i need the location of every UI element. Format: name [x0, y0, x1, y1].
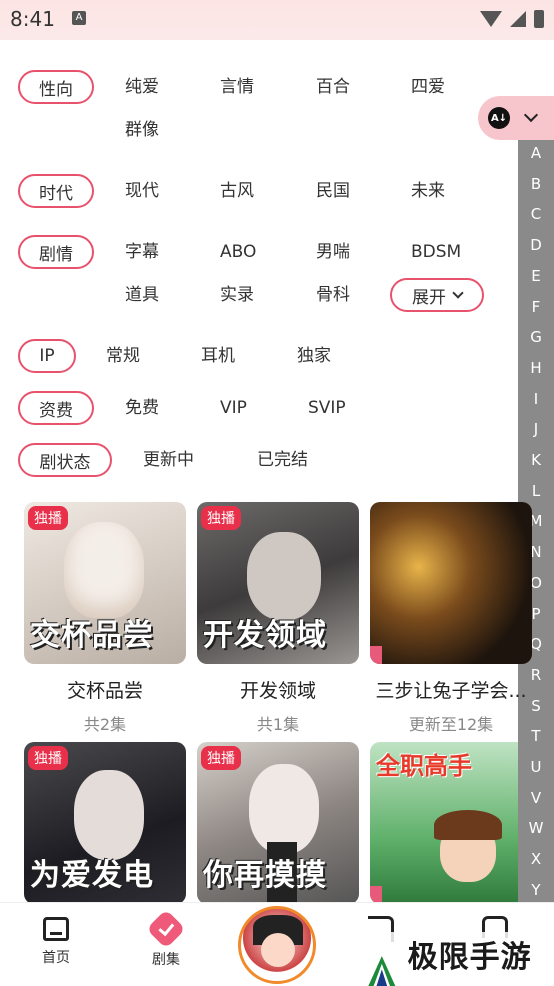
alphabet-letter[interactable]: F — [518, 298, 554, 316]
watermark-logo-icon — [368, 956, 396, 986]
drama-cover: 独播 你再摸摸 — [197, 742, 359, 902]
expand-label: 展开 — [412, 287, 446, 308]
filter-option[interactable]: 群像 — [125, 113, 159, 147]
alphabet-letter[interactable]: A — [518, 144, 554, 162]
drama-cover — [370, 502, 532, 664]
tab-home-label: 首页 — [42, 950, 70, 966]
filter-option[interactable]: BDSM — [411, 235, 461, 269]
drama-card[interactable]: 独播 你再摸摸 — [197, 742, 359, 902]
filter-option[interactable]: 古风 — [220, 174, 254, 208]
filter-option[interactable]: SVIP — [308, 391, 346, 425]
filter-option[interactable]: 百合 — [316, 70, 350, 104]
drama-card[interactable]: 三步让兔子学会... 更新至12集 — [370, 502, 532, 735]
drama-episodes: 共2集 — [83, 715, 127, 734]
filter-status-label[interactable]: 剧状态 — [18, 443, 112, 477]
filter-option[interactable]: 骨科 — [316, 278, 350, 312]
avatar-face — [261, 933, 295, 967]
notification-icon: A — [72, 11, 86, 25]
status-bar: 8:41 A — [0, 0, 554, 40]
alphabet-letter[interactable]: E — [518, 267, 554, 285]
drama-card[interactable]: 独播 开发领域 开发领域 共1集 — [197, 502, 359, 735]
alphabet-letter[interactable]: Y — [518, 881, 554, 899]
alphabet-letter[interactable]: H — [518, 359, 554, 377]
cover-title: 你再摸摸 — [203, 858, 327, 893]
wifi-icon — [480, 11, 502, 27]
alphabet-letter[interactable]: X — [518, 850, 554, 868]
drama-title: 交杯品尝 — [66, 680, 143, 702]
filter-option[interactable]: 言情 — [220, 70, 254, 104]
battery-icon — [534, 10, 544, 28]
drama-cover: 独播 开发领域 — [197, 502, 359, 664]
tab-drama[interactable]: 剧集 — [136, 909, 196, 969]
cover-title: 全职高手 — [376, 752, 472, 780]
chevron-down-icon — [523, 107, 539, 123]
sort-toggle[interactable]: A↓ — [478, 96, 554, 140]
alphabet-letter[interactable]: L — [518, 482, 554, 500]
drama-card[interactable]: 独播 交杯品尝 交杯品尝 共2集 — [24, 502, 186, 735]
center-avatar-button[interactable] — [238, 906, 316, 984]
cover-title: 交杯品尝 — [30, 618, 154, 653]
exclusive-badge: 独播 — [28, 506, 68, 530]
filter-option[interactable]: 纯爱 — [125, 70, 159, 104]
alphabet-letter[interactable]: B — [518, 175, 554, 193]
filter-option[interactable]: 实录 — [220, 278, 254, 312]
filter-option[interactable]: 更新中 — [143, 443, 194, 477]
drama-card[interactable]: 全职高手 — [370, 742, 518, 902]
filter-option[interactable]: 四爱 — [411, 70, 445, 104]
drama-title: 三步让兔子学会... — [375, 680, 527, 702]
drama-card[interactable]: 独播 为爱发电 — [24, 742, 186, 902]
status-time: 8:41 — [10, 7, 55, 31]
alphabet-letter[interactable]: G — [518, 328, 554, 346]
tab-drama-label: 剧集 — [152, 952, 180, 968]
signal-icon — [510, 11, 526, 27]
filter-option[interactable]: ABO — [220, 235, 256, 269]
alphabet-letter[interactable]: C — [518, 205, 554, 223]
filter-option[interactable]: 独家 — [297, 339, 331, 373]
filter-option[interactable]: 道具 — [125, 278, 159, 312]
drama-cover: 全职高手 — [370, 742, 518, 902]
exclusive-badge: 独播 — [201, 506, 241, 530]
expand-button[interactable]: 展开 — [390, 278, 484, 312]
filter-option[interactable]: 男喘 — [316, 235, 350, 269]
exclusive-badge: 独播 — [201, 746, 241, 770]
cover-title: 为爱发电 — [30, 858, 154, 893]
filter-option[interactable]: 耳机 — [201, 339, 235, 373]
drama-cover: 独播 交杯品尝 — [24, 502, 186, 664]
filter-option[interactable]: VIP — [220, 391, 247, 425]
filter-option[interactable]: 字幕 — [125, 235, 159, 269]
alphabet-letter[interactable]: J — [518, 420, 554, 438]
alphabet-letter[interactable]: W — [518, 819, 554, 837]
cover-title: 开发领域 — [203, 618, 327, 653]
drama-title: 开发领域 — [239, 680, 316, 702]
home-icon — [43, 917, 69, 941]
alphabet-letter[interactable]: V — [518, 789, 554, 807]
filter-option[interactable]: 常规 — [106, 339, 140, 373]
watermark-text: 极限手游网 — [407, 940, 532, 986]
alphabet-letter[interactable]: U — [518, 758, 554, 776]
filter-ip-label[interactable]: IP — [18, 339, 76, 373]
drama-cover: 独播 为爱发电 — [24, 742, 186, 902]
filter-option[interactable]: 现代 — [125, 174, 159, 208]
drama-episodes: 共1集 — [256, 715, 300, 734]
tab-home[interactable]: 首页 — [26, 915, 86, 967]
filter-fee-label[interactable]: 资费 — [18, 391, 94, 425]
filter-option[interactable]: 未来 — [411, 174, 445, 208]
filter-option[interactable]: 民国 — [316, 174, 350, 208]
filter-option[interactable]: 已完结 — [257, 443, 308, 477]
filter-orientation-label[interactable]: 性向 — [18, 70, 94, 104]
exclusive-badge: 独播 — [28, 746, 68, 770]
filter-option[interactable]: 免费 — [125, 391, 159, 425]
alphabet-letter[interactable]: I — [518, 390, 554, 408]
drama-icon — [146, 909, 186, 949]
chevron-down-icon — [452, 287, 464, 299]
sort-az-icon: A↓ — [488, 107, 510, 129]
filter-era-label[interactable]: 时代 — [18, 174, 94, 208]
drama-episodes: 更新至12集 — [408, 715, 494, 734]
alphabet-letter[interactable]: D — [518, 236, 554, 254]
filter-plot-label[interactable]: 剧情 — [18, 235, 94, 269]
alphabet-letter[interactable]: K — [518, 451, 554, 469]
watermark: 极限手游网 — [362, 932, 554, 986]
